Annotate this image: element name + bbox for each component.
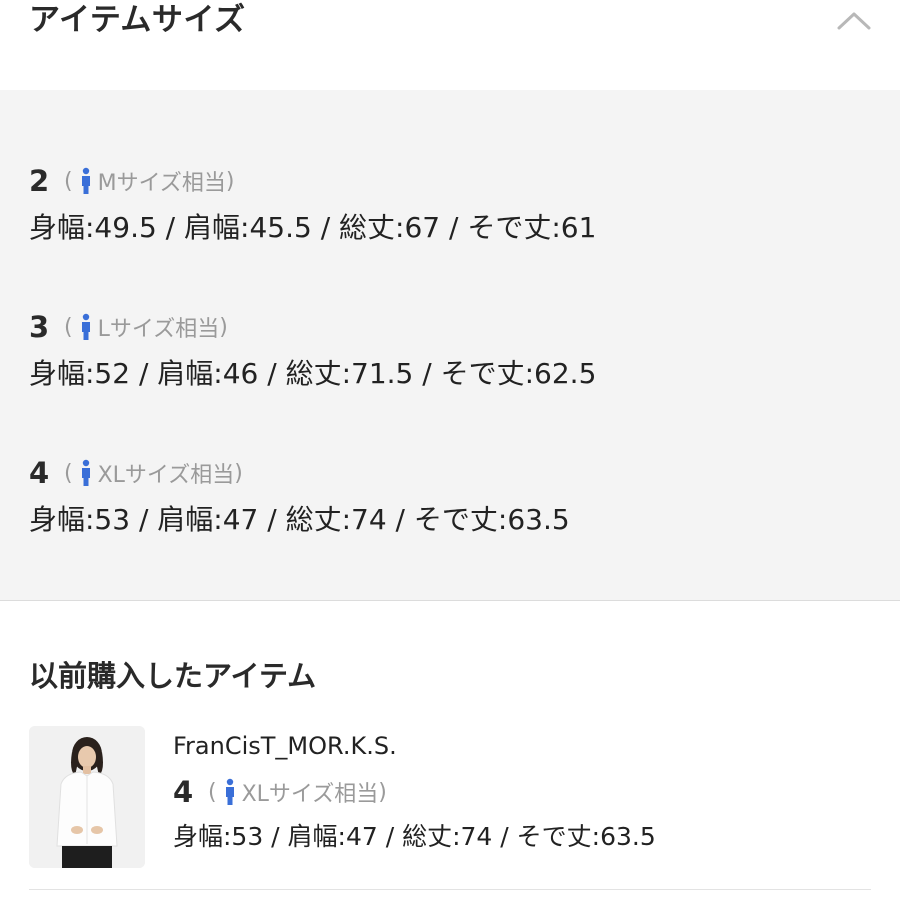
section-title: アイテムサイズ <box>29 2 246 38</box>
size-entry: 3 ( Lサイズ相当 ) 身幅:52 / 肩幅:46 / 総丈:71.5 / そ… <box>29 309 889 393</box>
size-measurements: 身幅:52 / 肩幅:46 / 総丈:71.5 / そで丈:62.5 <box>29 357 597 390</box>
previous-purchases-title: 以前購入したアイテム <box>29 659 317 693</box>
brand-name: FranCisT_MOR.K.S. <box>173 732 397 760</box>
size-measurements: 身幅:53 / 肩幅:47 / 総丈:74 / そで丈:63.5 <box>173 822 656 851</box>
size-entry: 4 ( XLサイズ相当 ) 身幅:53 / 肩幅:47 / 総丈:74 / そで… <box>29 455 889 539</box>
person-icon <box>81 167 90 194</box>
person-icon <box>81 459 90 486</box>
size-number: 3 <box>29 310 50 344</box>
size-equivalent: ( Lサイズ相当 ) <box>64 313 228 342</box>
size-equivalent: ( XLサイズ相当 ) <box>64 459 243 488</box>
person-icon <box>225 778 234 805</box>
model-photo-icon <box>29 726 145 868</box>
chevron-up-icon[interactable] <box>836 8 872 32</box>
previous-purchases-section: 以前購入したアイテム FranCisT_MOR.K.S. 4 (XLサイズ相当… <box>0 601 900 900</box>
previous-purchase-item[interactable]: FranCisT_MOR.K.S. 4 ( XLサイズ相当 ) 身幅:53 / … <box>173 728 873 856</box>
size-equivalent: ( XLサイズ相当 ) <box>208 778 387 807</box>
size-entry: 2 ( Mサイズ相当 ) 身幅:49.5 / 肩幅:45.5 / 総丈:67 /… <box>29 163 889 247</box>
size-measurements: 身幅:53 / 肩幅:47 / 総丈:74 / そで丈:63.5 <box>29 503 570 536</box>
product-thumbnail[interactable] <box>29 726 145 868</box>
size-number: 4 <box>29 456 50 490</box>
size-equivalent: ( Mサイズ相当 ) <box>64 167 235 196</box>
item-size-header[interactable]: アイテムサイズ <box>0 0 900 90</box>
item-divider <box>29 889 871 890</box>
size-number: 2 <box>29 164 50 198</box>
size-list-panel: 2 ( Mサイズ相当 ) 身幅:49.5 / 肩幅:45.5 / 総丈:67 /… <box>0 90 900 600</box>
size-number: 4 <box>173 775 194 809</box>
person-icon <box>81 313 90 340</box>
size-measurements: 身幅:49.5 / 肩幅:45.5 / 総丈:67 / そで丈:61 <box>29 211 597 244</box>
